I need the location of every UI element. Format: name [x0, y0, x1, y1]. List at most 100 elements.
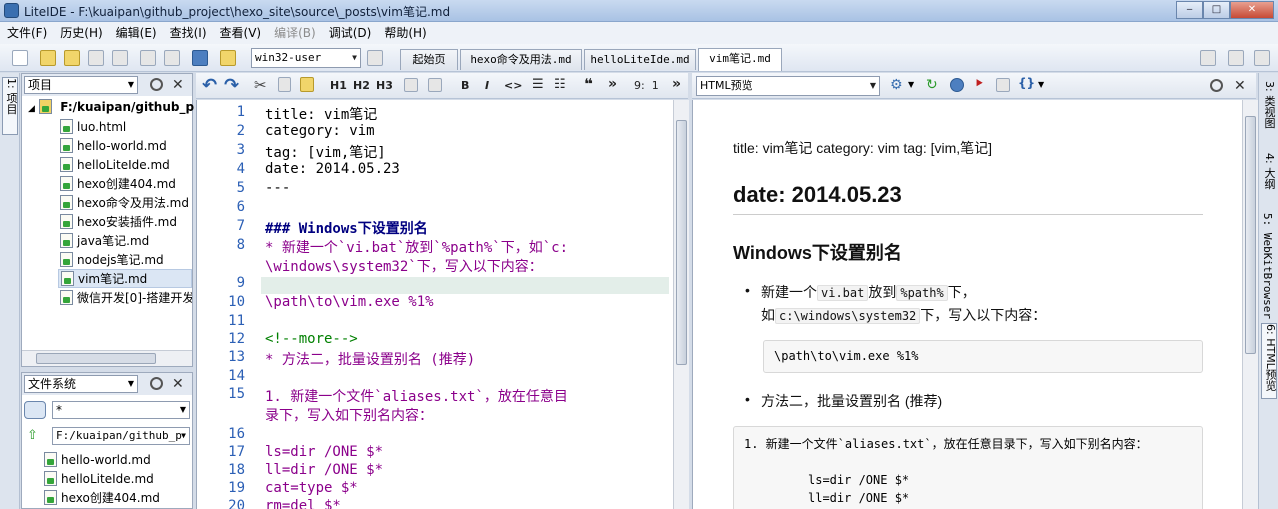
code-line: ### Windows下设置别名 — [265, 221, 428, 237]
sync-editor-icon[interactable] — [24, 401, 46, 419]
list-item[interactable]: hexo安装插件.md — [60, 213, 177, 232]
link-icon[interactable] — [404, 78, 418, 92]
preview-vertical-scrollbar[interactable] — [1242, 100, 1258, 509]
tree-root[interactable]: ◢ F:/kuaipan/github_p — [28, 98, 194, 117]
h1-button[interactable]: H1 — [330, 79, 347, 92]
up-arrow-icon[interactable]: ⇧ — [27, 428, 38, 443]
list-item[interactable]: hexo命令及用法.md — [60, 194, 189, 213]
split-icon[interactable] — [1228, 50, 1244, 66]
file-icon — [44, 490, 57, 505]
settings-gear-icon[interactable]: ⚙ — [890, 77, 903, 93]
horizontal-scrollbar[interactable] — [22, 350, 192, 366]
tab-hexo-commands[interactable]: hexo命令及用法.md — [460, 49, 582, 70]
export-html-icon[interactable] — [996, 78, 1010, 92]
list-item[interactable]: hello-world.md — [44, 451, 151, 470]
tab-start-page[interactable]: 起始页 — [400, 49, 458, 70]
export-pdf-icon[interactable]: ⯈ — [974, 77, 984, 92]
menu-view[interactable]: 查看(V) — [215, 23, 270, 43]
search-icon[interactable] — [1210, 79, 1223, 92]
code-editor[interactable]: 1 2 3 4 5 6 7 8 9 10 11 12 13 14 15 16 1… — [196, 100, 689, 509]
build-config-icon[interactable] — [367, 50, 383, 66]
menu-build[interactable]: 编译(B) — [269, 23, 324, 43]
copy-icon[interactable] — [278, 77, 291, 92]
menu-edit[interactable]: 编辑(E) — [111, 23, 165, 43]
bullet-list-icon[interactable]: ☰ — [532, 77, 544, 92]
dock-tab-outline[interactable]: 4: 大纲 — [1261, 153, 1277, 203]
new-file-icon[interactable] — [12, 50, 28, 66]
redo-icon[interactable]: ↷ — [224, 75, 239, 96]
dock-tab-html-preview[interactable]: 6: HTML预览 — [1261, 323, 1277, 399]
scrollbar-thumb[interactable] — [36, 353, 156, 364]
dock-tab-webkit-browser[interactable]: 5: WebKitBrowser — [1261, 213, 1277, 319]
menu-debug[interactable]: 调试(D) — [324, 23, 380, 43]
image-icon[interactable] — [428, 78, 442, 92]
save-all-icon[interactable] — [112, 50, 128, 66]
copy-doc-icon[interactable] — [164, 50, 180, 66]
save-icon[interactable] — [88, 50, 104, 66]
bold-button[interactable]: B — [461, 79, 469, 92]
tab-vim-notes[interactable]: vim笔记.md — [698, 48, 782, 71]
close-icon[interactable]: ✕ — [172, 377, 184, 391]
numbered-list-icon[interactable]: ☷ — [554, 77, 566, 92]
expand-icon[interactable]: » — [672, 76, 681, 92]
h2-button[interactable]: H2 — [353, 79, 370, 92]
close-icon[interactable]: ✕ — [1234, 79, 1246, 93]
list-item[interactable]: hexo创建404.md — [44, 489, 160, 508]
quote-button[interactable]: ❝ — [584, 75, 593, 93]
open-file-icon[interactable] — [40, 50, 56, 66]
path-select[interactable]: F:/kuaipan/github_p ▼ — [52, 427, 190, 445]
project-view-select[interactable]: 项目 ▼ — [24, 76, 138, 94]
list-item[interactable]: hello-world.md — [60, 137, 167, 156]
filesystem-view-select[interactable]: 文件系统 ▼ — [24, 375, 138, 393]
close-icon[interactable]: ✕ — [172, 78, 184, 92]
menu-help[interactable]: 帮助(H) — [379, 23, 434, 43]
browser-icon[interactable] — [950, 78, 964, 92]
open-folder-icon[interactable] — [64, 50, 80, 66]
sync-scroll-icon[interactable]: {} — [1018, 76, 1035, 90]
chevron-down-icon[interactable]: ▼ — [908, 80, 914, 89]
build-config-select[interactable]: win32-user ▼ — [251, 48, 361, 68]
refresh-icon[interactable]: ↻ — [926, 77, 938, 93]
list-item[interactable]: luo.html — [60, 118, 126, 137]
go-icon[interactable] — [220, 50, 236, 66]
list-item-selected[interactable]: vim笔记.md — [58, 269, 192, 288]
scrollbar-thumb[interactable] — [676, 120, 687, 365]
undo-icon[interactable]: ↶ — [202, 75, 217, 96]
preview-mode-select[interactable]: HTML预览 ▼ — [696, 76, 880, 96]
search-icon[interactable] — [150, 377, 163, 390]
scrollbar-thumb[interactable] — [1245, 116, 1256, 354]
list-item[interactable]: nodejs笔记.md — [60, 251, 164, 270]
more-button[interactable]: » — [608, 76, 617, 92]
dock-tab-class-view[interactable]: 3: 类视图 — [1261, 81, 1277, 137]
list-item[interactable]: java笔记.md — [60, 232, 149, 251]
menu-find[interactable]: 查找(I) — [165, 23, 215, 43]
dock-tab-project[interactable]: 1: 项目 — [2, 77, 18, 135]
close-button[interactable]: ✕ — [1230, 1, 1274, 19]
list-item[interactable]: 微信开发[0]-搭建开发 — [60, 289, 192, 308]
cut-icon[interactable]: ✂ — [254, 76, 267, 94]
minimize-button[interactable]: ‒ — [1176, 1, 1203, 19]
h3-button[interactable]: H3 — [376, 79, 393, 92]
filter-select[interactable]: * ▼ — [52, 401, 190, 419]
editor-vertical-scrollbar[interactable] — [673, 100, 689, 509]
chevron-down-icon[interactable]: ▼ — [1038, 80, 1044, 89]
code-button[interactable]: <> — [504, 79, 522, 92]
code-line: date: 2014.05.23 — [265, 161, 400, 177]
search-icon[interactable] — [150, 78, 163, 91]
tab-list-icon[interactable] — [1200, 50, 1216, 66]
code-line: \path\to\vim.exe %1% — [265, 294, 434, 310]
layout-icon[interactable] — [1254, 50, 1270, 66]
list-item[interactable]: hexo创建404.md — [60, 175, 176, 194]
cut-doc-icon[interactable] — [140, 50, 156, 66]
home-icon[interactable] — [192, 50, 208, 66]
menu-file[interactable]: 文件(F) — [2, 23, 55, 43]
list-item[interactable]: helloLiteIde.md — [44, 470, 154, 489]
menu-history[interactable]: 历史(H) — [55, 23, 110, 43]
italic-button[interactable]: I — [485, 79, 489, 92]
tab-hello-liteide[interactable]: helloLiteIde.md — [584, 49, 696, 70]
paste-icon[interactable] — [300, 77, 314, 92]
project-panel-header: 项目 ▼ ✕ — [22, 74, 192, 96]
list-item[interactable]: helloLiteIde.md — [60, 156, 170, 175]
chevron-down-icon: ▼ — [127, 379, 134, 388]
maximize-button[interactable]: □ — [1203, 1, 1230, 19]
